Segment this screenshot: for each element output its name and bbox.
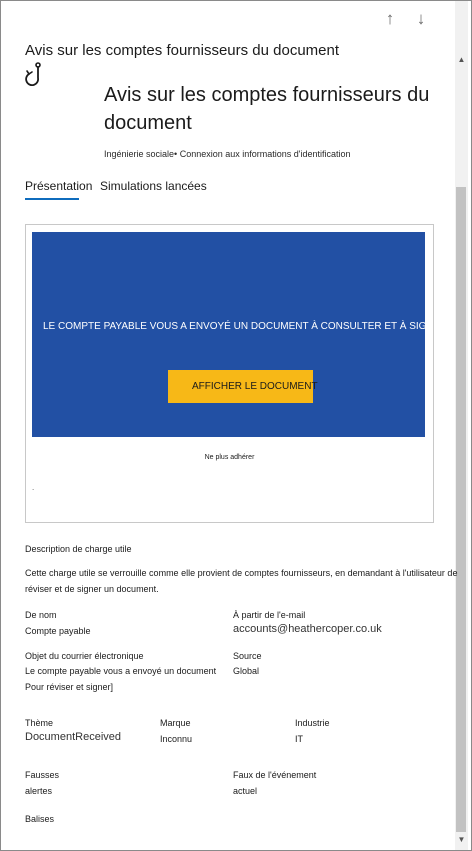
arrow-down-icon: ↓ [416,9,426,28]
active-tab-indicator [25,198,79,200]
industry-value: IT [295,734,303,744]
tags-label: Balises [25,814,55,824]
from-name-label: De nom [25,610,57,620]
phishing-hook-icon [25,62,41,87]
payload-preview: LE COMPTE PAYABLE VOUS A ENVOYÉ UN DOCUM… [25,224,434,523]
from-email-value: accounts@heathercoper.co.uk [233,623,382,635]
scroll-down-button[interactable]: ▼ [455,833,468,847]
preview-footer-dot: . [32,483,35,492]
event-label: Faux de l'événement [233,770,317,780]
event-value: actuel [233,786,258,796]
theme-value: DocumentReceived [25,731,121,743]
unsubscribe-link[interactable]: Ne plus adhérer [26,454,433,461]
email-subject-line1: Le compte payable vous a envoyé un docum… [25,666,217,676]
page-heading: Avis sur les comptes fournisseurs du doc… [104,84,430,134]
email-banner: LE COMPTE PAYABLE VOUS A ENVOYÉ UN DOCUM… [32,232,425,437]
industry-label: Industrie [295,718,330,728]
panel-title: Avis sur les comptes fournisseurs du doc… [25,42,340,59]
previous-item-button[interactable]: ↑ [380,9,400,29]
next-item-button[interactable]: ↓ [411,9,431,29]
tab-launched-simulations[interactable]: Simulations lancées [100,179,207,193]
theme-label: Thème [25,718,54,728]
banner-text: LE COMPTE PAYABLE VOUS A ENVOYÉ UN DOCUM… [43,321,425,332]
from-email-label: À partir de l'e-mail [233,610,306,620]
source-value: Global [233,666,260,676]
scroll-up-button[interactable]: ▲ [455,53,468,67]
payload-description-label: Description de charge utile [25,544,132,554]
from-name-value: Compte payable [25,626,91,636]
detail-panel: ↑ ↓ ▲ ▼ Avis sur les comptes fournisseur… [0,0,472,851]
email-subject-label: Objet du courrier électronique [25,651,144,661]
brand-value: Inconnu [160,734,193,744]
false-alerts-value: alertes [25,786,53,796]
email-subject-line2: Pour réviser et signer] [25,682,114,692]
brand-label: Marque [160,718,191,728]
scrollbar-thumb[interactable] [456,187,466,832]
false-alerts-label: Fausses [25,770,60,780]
arrow-up-icon: ↑ [385,9,395,28]
payload-description: Cette charge utile se verrouille comme e… [25,568,458,594]
tab-overview[interactable]: Présentation [25,179,92,193]
view-document-button[interactable]: AFFICHER LE DOCUMENT [168,370,318,403]
technique-subtitle: Ingénierie sociale• Connexion aux inform… [104,149,351,159]
source-label: Source [233,651,262,661]
